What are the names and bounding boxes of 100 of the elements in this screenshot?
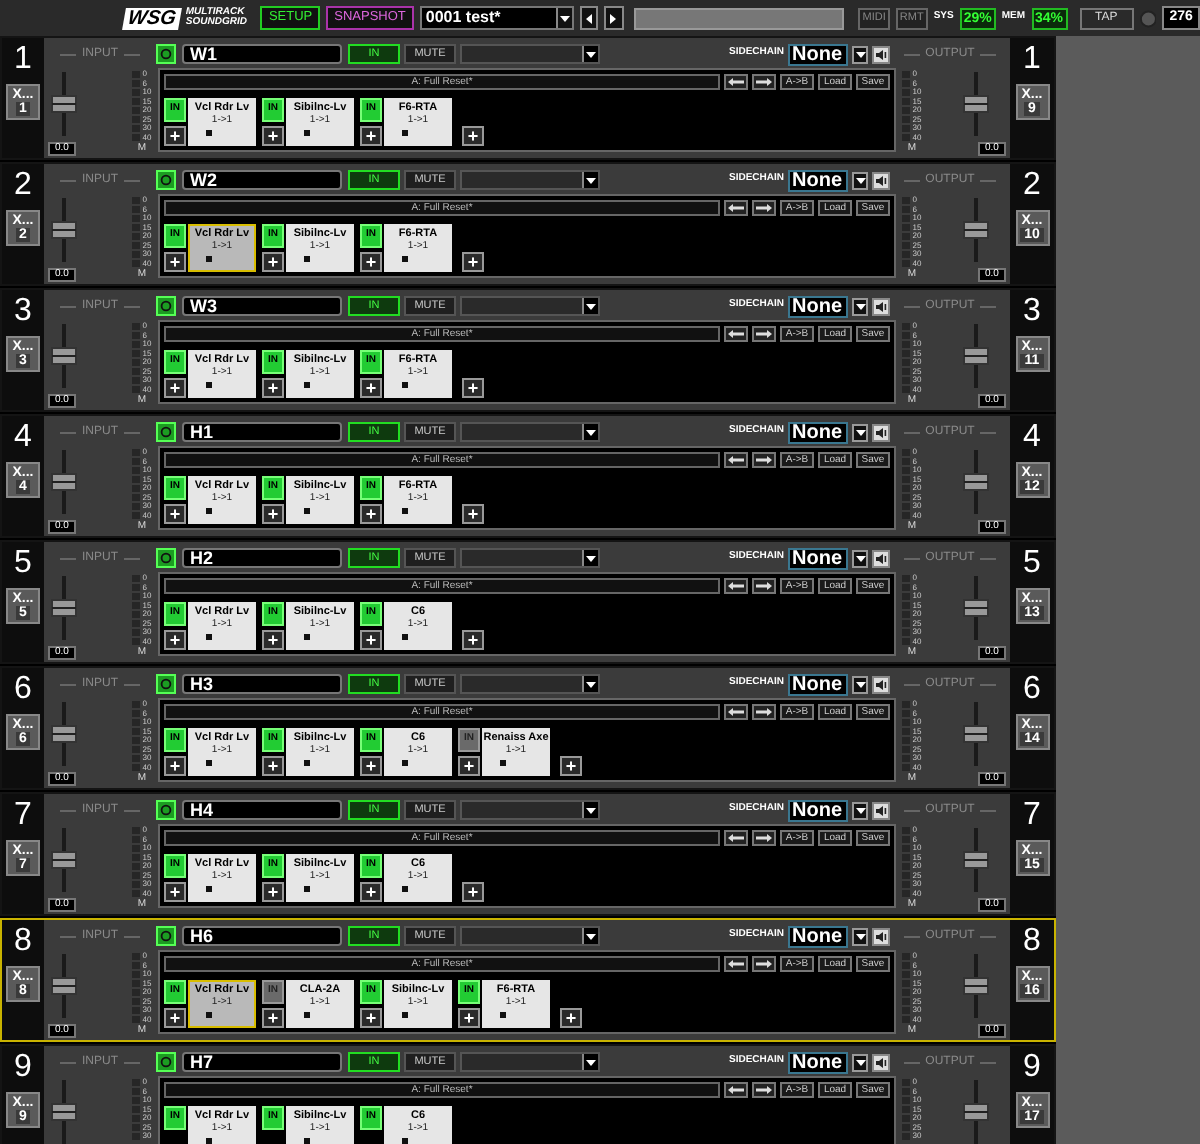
previous-preset-button[interactable] bbox=[724, 578, 748, 594]
add-plugin-button[interactable]: + bbox=[360, 756, 382, 776]
insert-dropdown[interactable] bbox=[460, 674, 600, 694]
add-plugin-button[interactable]: + bbox=[462, 378, 484, 398]
previous-snapshot-button[interactable] bbox=[579, 6, 599, 30]
speaker-button[interactable] bbox=[872, 1053, 890, 1071]
insert-dropdown[interactable] bbox=[460, 548, 600, 568]
fader-drawing[interactable] bbox=[50, 446, 78, 518]
next-preset-button[interactable] bbox=[752, 452, 776, 468]
add-plugin-button[interactable]: + bbox=[462, 504, 484, 524]
track-name-field[interactable]: H2 bbox=[182, 548, 342, 568]
add-plugin-button[interactable]: + bbox=[462, 630, 484, 650]
next-preset-button[interactable] bbox=[752, 1082, 776, 1098]
speaker-button[interactable] bbox=[872, 423, 890, 441]
add-plugin-button[interactable]: + bbox=[262, 630, 284, 650]
fader-drawing[interactable] bbox=[50, 68, 78, 140]
add-plugin-button[interactable]: + bbox=[360, 252, 382, 272]
fader-drawing[interactable] bbox=[962, 194, 990, 266]
fader-drawing[interactable] bbox=[962, 950, 990, 1022]
power-button[interactable] bbox=[156, 44, 176, 64]
add-plugin-button[interactable]: + bbox=[360, 126, 382, 146]
fader-drawing[interactable] bbox=[50, 320, 78, 392]
add-plugin-button[interactable]: + bbox=[360, 1008, 382, 1028]
sidechain-dropdown-button[interactable] bbox=[852, 927, 868, 945]
add-plugin-button[interactable]: + bbox=[360, 378, 382, 398]
add-plugin-button[interactable]: + bbox=[360, 630, 382, 650]
speaker-button[interactable] bbox=[872, 927, 890, 945]
add-plugin-button[interactable]: + bbox=[458, 756, 480, 776]
power-button[interactable] bbox=[156, 926, 176, 946]
add-plugin-button[interactable]: + bbox=[462, 252, 484, 272]
sidechain-field[interactable]: None bbox=[788, 799, 848, 821]
snapshot-field[interactable]: 0001 test* bbox=[419, 6, 574, 30]
fader-drawing[interactable] bbox=[962, 824, 990, 896]
add-plugin-button[interactable]: + bbox=[164, 504, 186, 524]
insert-dropdown[interactable] bbox=[460, 1052, 600, 1072]
fader-drawing[interactable] bbox=[50, 698, 78, 770]
add-plugin-button[interactable]: + bbox=[262, 1008, 284, 1028]
sidechain-field[interactable]: None bbox=[788, 169, 848, 191]
next-snapshot-button[interactable] bbox=[604, 6, 624, 30]
speaker-button[interactable] bbox=[872, 45, 890, 63]
previous-preset-button[interactable] bbox=[724, 830, 748, 846]
previous-preset-button[interactable] bbox=[724, 956, 748, 972]
sidechain-dropdown-button[interactable] bbox=[852, 1053, 868, 1071]
add-plugin-button[interactable]: + bbox=[164, 126, 186, 146]
power-button[interactable] bbox=[156, 1052, 176, 1072]
next-preset-button[interactable] bbox=[752, 200, 776, 216]
power-button[interactable] bbox=[156, 548, 176, 568]
add-plugin-button[interactable]: + bbox=[164, 378, 186, 398]
track-name-field[interactable]: H7 bbox=[182, 1052, 342, 1072]
fader-drawing[interactable] bbox=[962, 320, 990, 392]
fader-drawing[interactable] bbox=[50, 950, 78, 1022]
sidechain-field[interactable]: None bbox=[788, 925, 848, 947]
add-plugin-button[interactable]: + bbox=[262, 504, 284, 524]
sidechain-dropdown-button[interactable] bbox=[852, 297, 868, 315]
sidechain-field[interactable]: None bbox=[788, 43, 848, 65]
add-plugin-button[interactable]: + bbox=[560, 1008, 582, 1028]
fader-drawing[interactable] bbox=[50, 194, 78, 266]
add-plugin-button[interactable]: + bbox=[164, 756, 186, 776]
add-plugin-button[interactable]: + bbox=[164, 630, 186, 650]
power-button[interactable] bbox=[156, 674, 176, 694]
sidechain-field[interactable]: None bbox=[788, 547, 848, 569]
sidechain-dropdown-button[interactable] bbox=[852, 675, 868, 693]
fader-drawing[interactable] bbox=[962, 572, 990, 644]
power-button[interactable] bbox=[156, 296, 176, 316]
sidechain-dropdown-button[interactable] bbox=[852, 423, 868, 441]
sidechain-field[interactable]: None bbox=[788, 673, 848, 695]
fader-drawing[interactable] bbox=[50, 1076, 78, 1144]
add-plugin-button[interactable]: + bbox=[262, 756, 284, 776]
track-name-field[interactable]: H4 bbox=[182, 800, 342, 820]
next-preset-button[interactable] bbox=[752, 74, 776, 90]
fader-drawing[interactable] bbox=[962, 698, 990, 770]
add-plugin-button[interactable]: + bbox=[458, 1008, 480, 1028]
power-button[interactable] bbox=[156, 422, 176, 442]
add-plugin-button[interactable]: + bbox=[262, 126, 284, 146]
previous-preset-button[interactable] bbox=[724, 704, 748, 720]
track-name-field[interactable]: W2 bbox=[182, 170, 342, 190]
insert-dropdown[interactable] bbox=[460, 926, 600, 946]
next-preset-button[interactable] bbox=[752, 830, 776, 846]
fader-drawing[interactable] bbox=[50, 824, 78, 896]
add-plugin-button[interactable]: + bbox=[360, 504, 382, 524]
sidechain-dropdown-button[interactable] bbox=[852, 801, 868, 819]
power-button[interactable] bbox=[156, 170, 176, 190]
previous-preset-button[interactable] bbox=[724, 200, 748, 216]
previous-preset-button[interactable] bbox=[724, 326, 748, 342]
previous-preset-button[interactable] bbox=[724, 74, 748, 90]
add-plugin-button[interactable]: + bbox=[262, 378, 284, 398]
speaker-button[interactable] bbox=[872, 801, 890, 819]
fader-drawing[interactable] bbox=[962, 68, 990, 140]
add-plugin-button[interactable]: + bbox=[164, 882, 186, 902]
add-plugin-button[interactable]: + bbox=[462, 882, 484, 902]
sidechain-field[interactable]: None bbox=[788, 1051, 848, 1073]
add-plugin-button[interactable]: + bbox=[360, 882, 382, 902]
add-plugin-button[interactable]: + bbox=[164, 1008, 186, 1028]
insert-dropdown[interactable] bbox=[460, 800, 600, 820]
track-name-field[interactable]: W3 bbox=[182, 296, 342, 316]
fader-drawing[interactable] bbox=[962, 446, 990, 518]
next-preset-button[interactable] bbox=[752, 326, 776, 342]
sidechain-dropdown-button[interactable] bbox=[852, 549, 868, 567]
next-preset-button[interactable] bbox=[752, 578, 776, 594]
power-button[interactable] bbox=[156, 800, 176, 820]
